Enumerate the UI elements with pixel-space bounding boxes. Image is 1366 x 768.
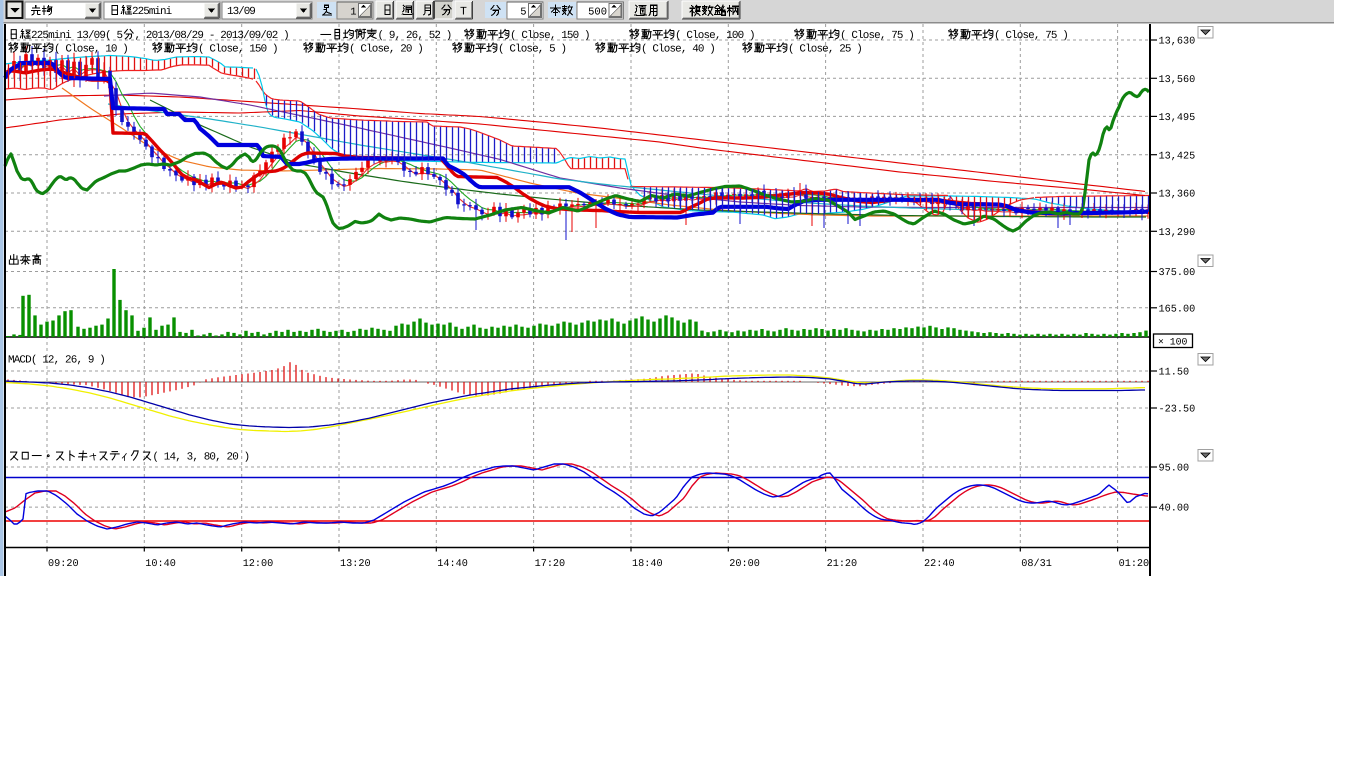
svg-text:17:20: 17:20 [535,559,566,570]
svg-text:13:20: 13:20 [340,559,371,570]
svg-text:13,630: 13,630 [1159,37,1196,48]
svg-text:T: T [460,6,467,19]
svg-text:13,425: 13,425 [1159,151,1196,162]
svg-text:12:00: 12:00 [243,559,274,570]
svg-text:01:20: 01:20 [1119,559,1150,570]
svg-text:225mini 13/09( 5: 225mini 13/09( 5 [31,30,123,42]
svg-text:13,495: 13,495 [1159,113,1196,124]
svg-text:13/09: 13/09 [227,6,256,18]
svg-text:( Close, 20 ): ( Close, 20 ) [349,43,424,55]
svg-text:( Close, 25 ): ( Close, 25 ) [788,43,863,55]
svg-text:13,290: 13,290 [1159,228,1196,239]
svg-text:14:40: 14:40 [437,559,468,570]
svg-text:13,560: 13,560 [1159,75,1196,86]
svg-text:95.00: 95.00 [1159,464,1190,475]
svg-text:165.00: 165.00 [1159,304,1196,315]
svg-text:10:40: 10:40 [145,559,176,570]
svg-text:( Close, 75 ): ( Close, 75 ) [994,30,1069,42]
svg-text:500: 500 [588,7,607,19]
svg-text:( Close, 10 ): ( Close, 10 ) [54,43,129,55]
svg-text:MACD( 12, 26, 9 ): MACD( 12, 26, 9 ) [8,354,106,366]
svg-text:-23.50: -23.50 [1159,405,1196,416]
svg-text:09:20: 09:20 [48,559,79,570]
svg-text:18:40: 18:40 [632,559,663,570]
svg-text:( Close, 75 ): ( Close, 75 ) [840,30,915,42]
svg-text:08/31: 08/31 [1021,558,1052,570]
svg-text:13,360: 13,360 [1159,190,1196,201]
svg-text:225mini: 225mini [132,6,172,18]
svg-text:375.00: 375.00 [1159,268,1196,279]
svg-text:22:40: 22:40 [924,559,955,570]
svg-text:, 2013/08/29 - 2013/09/02 ): , 2013/08/29 - 2013/09/02 ) [135,30,290,42]
svg-text:5: 5 [520,7,526,19]
svg-text:( 9, 26, 52 ): ( 9, 26, 52 ) [378,30,453,42]
svg-text:( Close, 150 ): ( Close, 150 ) [510,30,591,42]
svg-text:( Close, 150 ): ( Close, 150 ) [198,43,279,55]
svg-text:1: 1 [350,7,356,19]
svg-text:( Close, 100 ): ( Close, 100 ) [675,30,756,42]
svg-text:× 100: × 100 [1158,337,1188,348]
svg-text:40.00: 40.00 [1159,504,1190,515]
svg-text:21:20: 21:20 [827,559,858,570]
svg-text:( Close, 40 ): ( Close, 40 ) [641,43,716,55]
svg-text:11.50: 11.50 [1159,368,1190,379]
svg-text:20:00: 20:00 [729,559,760,570]
svg-text:( Close, 5 ): ( Close, 5 ) [498,43,567,55]
svg-text:( 14, 3, 80, 20 ): ( 14, 3, 80, 20 ) [152,451,250,463]
